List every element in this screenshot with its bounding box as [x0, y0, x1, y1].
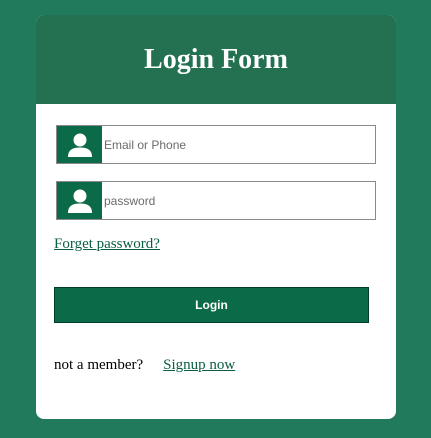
email-input[interactable]	[102, 126, 375, 163]
signup-row: not a member? Signup now	[54, 357, 235, 374]
login-button[interactable]: Login	[54, 287, 369, 323]
signup-prompt: not a member?	[54, 357, 144, 373]
password-input[interactable]	[102, 182, 375, 219]
user-icon	[57, 182, 102, 219]
signup-link[interactable]: Signup now	[163, 357, 235, 373]
email-field	[56, 125, 376, 164]
forget-password-link[interactable]: Forget password?	[54, 236, 160, 253]
login-card: Login Form Forget password? Login not a …	[36, 15, 396, 419]
user-icon	[57, 126, 102, 163]
login-header: Login Form	[36, 15, 396, 104]
page-title: Login Form	[144, 43, 288, 75]
password-field	[56, 181, 376, 220]
